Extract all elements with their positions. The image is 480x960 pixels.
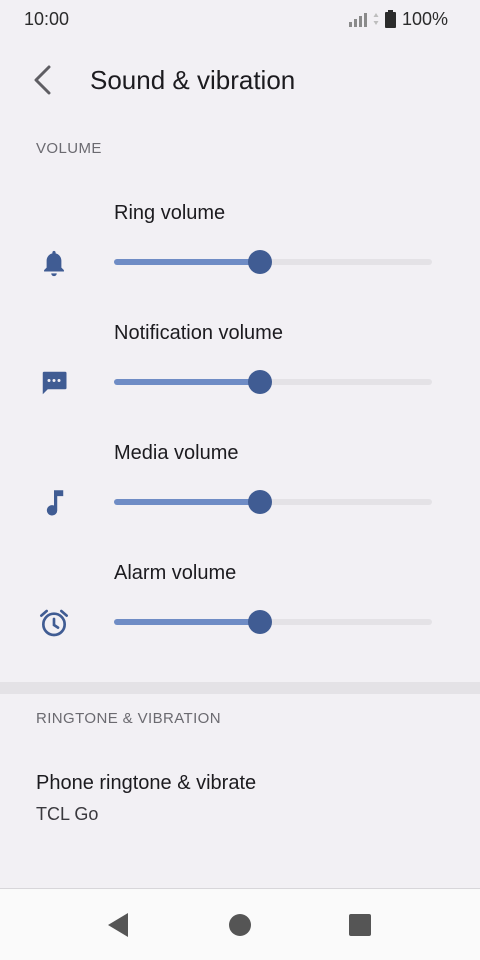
- nav-back-button[interactable]: [104, 911, 132, 939]
- notification-volume-slider[interactable]: [114, 370, 432, 394]
- volume-row-alarm: Alarm volume: [0, 560, 480, 670]
- phone-ringtone-title: Phone ringtone & vibrate: [36, 772, 257, 794]
- status-icons: 100%: [348, 8, 448, 30]
- back-button[interactable]: [24, 62, 60, 98]
- slider-fill: [114, 379, 261, 385]
- status-bar: 10:00 100%: [0, 0, 480, 38]
- navigation-bar: [0, 888, 480, 960]
- data-arrows-icon: [373, 13, 379, 25]
- circle-home-icon: [229, 914, 251, 936]
- media-volume-slider[interactable]: [114, 490, 432, 514]
- section-divider: [0, 682, 480, 694]
- battery-icon: [384, 10, 396, 28]
- ring-volume-slider[interactable]: [114, 250, 432, 274]
- battery-percent: 100%: [401, 8, 448, 29]
- slider-thumb[interactable]: [248, 610, 273, 634]
- phone-ringtone-item[interactable]: Phone ringtone & vibrate TCL Go: [0, 756, 480, 840]
- bell-icon: [36, 245, 72, 281]
- signal-icon: [348, 11, 367, 27]
- slider-thumb[interactable]: [248, 490, 273, 514]
- section-header-volume: VOLUME: [36, 140, 102, 157]
- alarm-volume-label: Alarm volume: [114, 562, 237, 584]
- app-bar: Sound & vibration: [0, 52, 480, 108]
- phone-ringtone-subtitle: TCL Go: [36, 804, 99, 824]
- media-volume-label: Media volume: [114, 442, 239, 464]
- page-title: Sound & vibration: [90, 65, 296, 95]
- volume-row-ring: Ring volume: [0, 200, 480, 310]
- alarm-clock-icon: [36, 605, 72, 641]
- nav-home-button[interactable]: [226, 911, 254, 939]
- volume-row-media: Media volume: [0, 440, 480, 550]
- status-time: 10:00: [24, 8, 70, 29]
- slider-thumb[interactable]: [248, 370, 273, 394]
- chat-icon: [36, 365, 72, 401]
- slider-fill: [114, 259, 261, 265]
- section-header-ringtone: RINGTONE & VIBRATION: [36, 710, 221, 727]
- triangle-back-icon: [108, 913, 128, 937]
- nav-recents-button[interactable]: [346, 911, 374, 939]
- slider-thumb[interactable]: [248, 250, 273, 274]
- ring-volume-label: Ring volume: [114, 202, 226, 224]
- slider-fill: [114, 619, 261, 625]
- notification-volume-label: Notification volume: [114, 322, 283, 344]
- alarm-volume-slider[interactable]: [114, 610, 432, 634]
- arrow-back-icon: [34, 65, 51, 95]
- music-note-icon: [36, 485, 72, 521]
- volume-row-notification: Notification volume: [0, 320, 480, 430]
- slider-fill: [114, 499, 261, 505]
- square-recents-icon: [349, 914, 371, 936]
